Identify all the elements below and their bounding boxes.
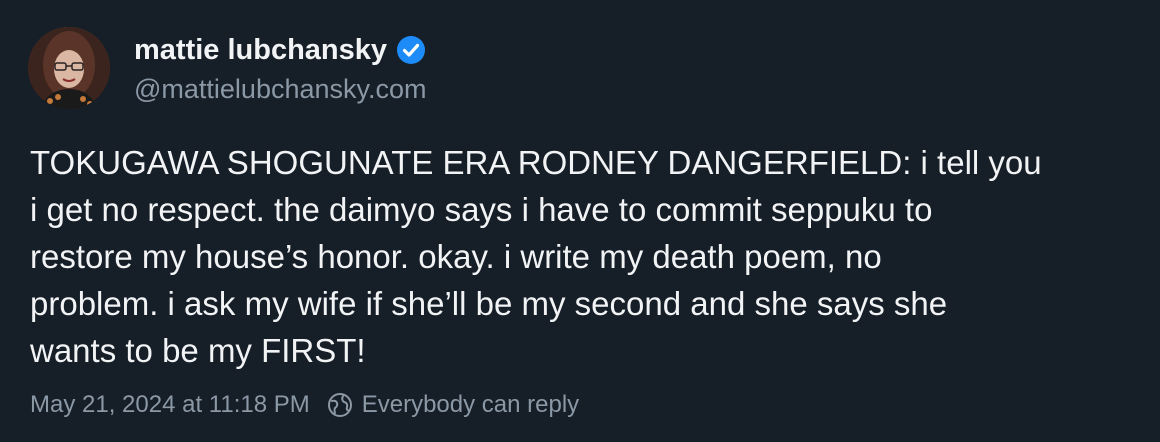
author-display-name[interactable]: mattie lubchansky — [134, 34, 387, 67]
globe-icon — [326, 391, 354, 419]
reply-setting[interactable]: Everybody can reply — [326, 391, 579, 419]
author-block: mattie lubchansky @mattielubchansky.com — [134, 28, 427, 105]
post-timestamp[interactable]: May 21, 2024 at 11:18 PM — [30, 391, 310, 419]
post-meta: May 21, 2024 at 11:18 PM Everybody can r… — [30, 391, 579, 419]
avatar[interactable] — [28, 27, 110, 109]
avatar-image — [28, 27, 110, 109]
post-text: TOKUGAWA SHOGUNATE ERA RODNEY DANGERFIEL… — [30, 144, 1042, 369]
author-handle[interactable]: @mattielubchansky.com — [134, 74, 427, 105]
post-card: mattie lubchansky @mattielubchansky.com … — [0, 0, 1160, 442]
reply-setting-label: Everybody can reply — [361, 391, 580, 418]
author-name-row: mattie lubchansky — [134, 28, 427, 72]
verified-check-icon — [395, 34, 427, 66]
